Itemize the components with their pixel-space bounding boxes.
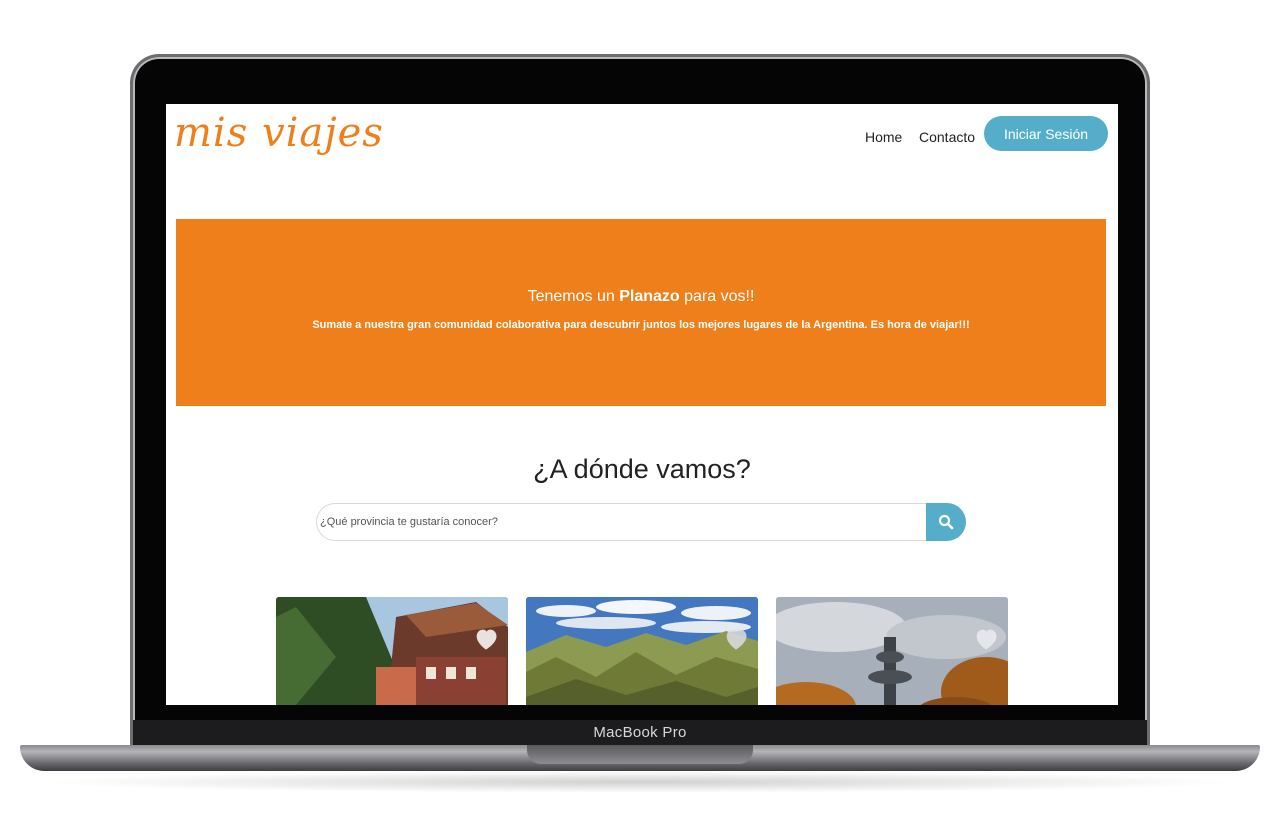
site-logo[interactable]: mis viajes [174, 110, 384, 156]
heart-icon[interactable] [722, 625, 750, 653]
laptop-notch [527, 745, 753, 764]
destination-cards [276, 597, 1008, 705]
search-bar [316, 503, 966, 541]
search-button[interactable] [926, 503, 966, 541]
destination-card[interactable] [276, 597, 508, 705]
heart-icon[interactable] [472, 625, 500, 653]
destination-card[interactable] [776, 597, 1008, 705]
search-section-title: ¿A dónde vamos? [533, 454, 751, 484]
nav-contacto-link[interactable]: Contacto [919, 129, 975, 145]
search-icon [938, 514, 954, 530]
heart-icon[interactable] [972, 625, 1000, 653]
hero-title-bold: Planazo [619, 288, 680, 305]
nav-home-link[interactable]: Home [865, 129, 902, 145]
search-input[interactable] [316, 503, 926, 541]
hero-text: Sumate a nuestra gran comunidad colabora… [312, 319, 970, 331]
device-label: MacBook Pro [593, 724, 687, 741]
hero-title-pre: Tenemos un [527, 288, 620, 305]
destination-card[interactable] [526, 597, 758, 705]
browser-viewport: mis viajes Home Contacto Iniciar Sesión … [166, 104, 1118, 705]
hero-title-post: para vos!! [679, 288, 755, 305]
hero-banner: Tenemos un Planazo para vos!! Sumate a n… [176, 219, 1106, 406]
login-button[interactable]: Iniciar Sesión [984, 116, 1108, 151]
hero-title: Tenemos un Planazo para vos!! [176, 288, 1106, 306]
laptop-shadow [35, 771, 1245, 793]
